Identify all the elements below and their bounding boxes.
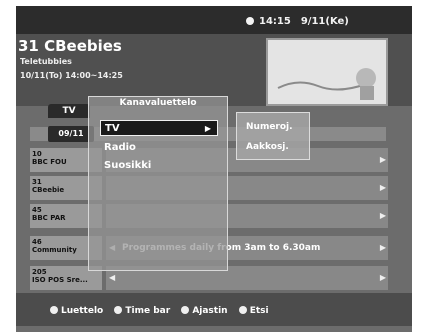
right-arrow-icon: ▶ bbox=[379, 155, 386, 164]
legend-time-bar[interactable]: Time bar bbox=[114, 306, 170, 316]
preview-image bbox=[268, 40, 386, 104]
tab-tv[interactable]: TV bbox=[48, 104, 90, 118]
menu-item-tv[interactable]: TV ▶ bbox=[100, 120, 218, 136]
right-arrow-icon: ▶ bbox=[379, 243, 386, 252]
menu-item-radio[interactable]: Radio bbox=[100, 140, 218, 156]
submenu-arrow-icon: ▶ bbox=[204, 124, 211, 133]
submenu-item-aakkosj[interactable]: Aakkosj. bbox=[246, 142, 289, 152]
legend-ajastin[interactable]: Ajastin bbox=[181, 306, 228, 316]
video-preview bbox=[266, 38, 388, 106]
right-arrow-icon: ▶ bbox=[379, 273, 386, 282]
legend-etsi[interactable]: Etsi bbox=[238, 306, 269, 316]
right-arrow-icon: ▶ bbox=[379, 183, 386, 192]
clock-date: 9/11(Ke) bbox=[300, 16, 349, 27]
clock-icon bbox=[246, 17, 254, 25]
green-button-icon bbox=[114, 306, 123, 314]
menu-title: Kanavaluettelo bbox=[119, 98, 197, 108]
sort-submenu bbox=[236, 112, 310, 160]
yellow-button-icon bbox=[181, 306, 190, 314]
right-arrow-icon: ▶ bbox=[379, 211, 386, 220]
channel-title: 31 CBeebies bbox=[18, 37, 122, 55]
program-time: 10/11(To) 14:00~14:25 bbox=[20, 71, 123, 80]
legend-luettelo[interactable]: Luettelo bbox=[50, 306, 103, 316]
blue-button-icon bbox=[238, 306, 247, 314]
program-title: Teletubbies bbox=[20, 57, 72, 66]
top-bar bbox=[16, 6, 412, 34]
submenu-item-numeroj[interactable]: Numeroj. bbox=[246, 122, 293, 132]
clock-time: 14:15 bbox=[259, 16, 291, 27]
menu-item-suosikki[interactable]: Suosikki bbox=[100, 158, 218, 174]
red-button-icon bbox=[50, 306, 58, 314]
button-legend: Luettelo Time bar Ajastin Etsi bbox=[50, 306, 277, 316]
clock-display: 14:15 9/11(Ke) bbox=[246, 16, 349, 27]
